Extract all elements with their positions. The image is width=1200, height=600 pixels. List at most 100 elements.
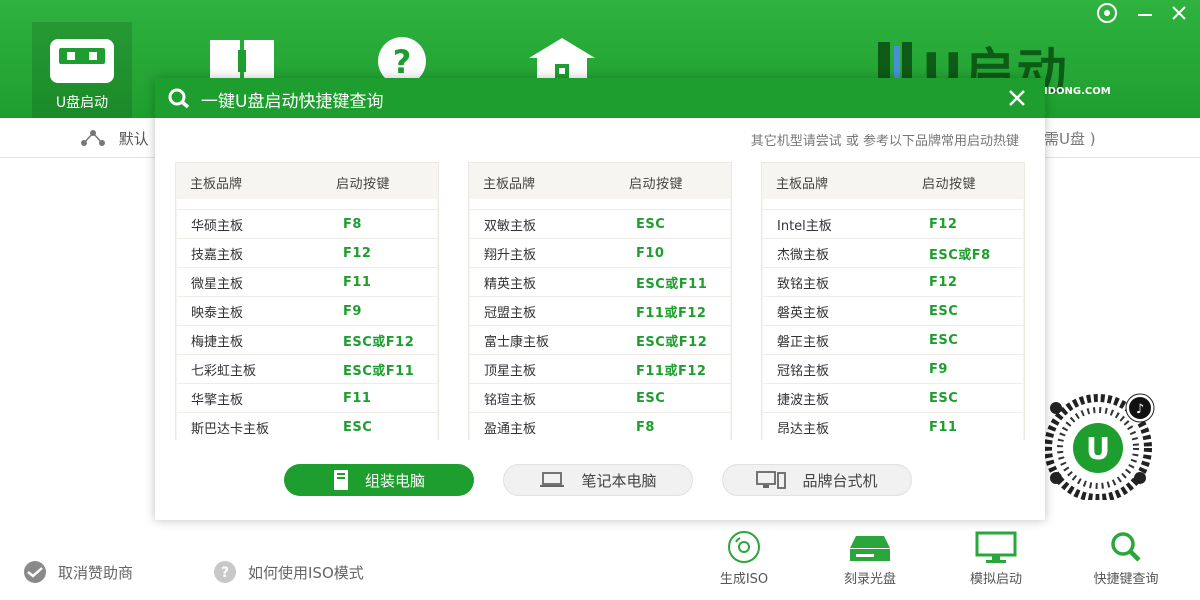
disc-drive-icon bbox=[850, 536, 890, 561]
hotkey-query-tool[interactable]: 快捷键查询 bbox=[1076, 530, 1176, 587]
table-row: 杰微主板 ESC或F8 bbox=[763, 238, 1023, 267]
brand-name: 铭瑄主板 bbox=[484, 392, 537, 408]
subbar-note: 需U盘 ) bbox=[1044, 130, 1096, 148]
brand-table-2: 主板品牌 启动按键 双敏主板 ESC 翔升主板 F10 精英主板 ESC或F11 冠盟… bbox=[468, 162, 732, 441]
table-row: 翔升主板 F10 bbox=[470, 238, 730, 267]
table-row: 盈通主板 F8 bbox=[470, 412, 730, 441]
burn-disc-label: 刻录光盘 bbox=[843, 572, 896, 587]
search-icon bbox=[1111, 532, 1141, 562]
boot-key: ESC或F11 bbox=[343, 363, 415, 379]
brand-desktop-label: 品牌台式机 bbox=[802, 471, 878, 490]
boot-key: F11 bbox=[929, 419, 958, 435]
boot-key: ESC或F12 bbox=[343, 334, 415, 350]
brand-name: 微星主板 bbox=[191, 276, 244, 292]
boot-key: ESC bbox=[929, 390, 959, 406]
table-row: 微星主板 F11 bbox=[177, 267, 437, 296]
table-row: 斯巴达卡主板 ESC bbox=[177, 412, 437, 441]
boot-key: F10 bbox=[636, 245, 665, 261]
laptop-icon bbox=[539, 471, 565, 489]
search-icon bbox=[167, 87, 191, 113]
generate-iso-tool[interactable]: 生成ISO bbox=[694, 530, 794, 587]
cancel-sponsor-link[interactable]: 取消赞助商 bbox=[20, 560, 133, 584]
boot-key: F9 bbox=[343, 303, 362, 319]
brand-name: 杰微主板 bbox=[777, 247, 830, 263]
table-row: 捷波主板 ESC bbox=[763, 383, 1023, 412]
assembled-pc-button[interactable]: 组装电脑 bbox=[284, 464, 474, 496]
brand-name: 顶星主板 bbox=[484, 363, 537, 379]
brand-name: 双敏主板 bbox=[484, 218, 537, 234]
nav-usb-boot[interactable]: U盘启动 bbox=[32, 22, 132, 118]
burn-disc-tool[interactable]: 刻录光盘 bbox=[820, 530, 920, 587]
handshake-icon bbox=[20, 560, 50, 584]
table-row: 磐英主板 ESC bbox=[763, 296, 1023, 325]
simulate-boot-tool[interactable]: 模拟启动 bbox=[946, 530, 1046, 587]
col-key-header: 启动按键 bbox=[629, 176, 684, 192]
boot-key: F11 bbox=[343, 390, 372, 406]
brand-name: 盈通主板 bbox=[484, 421, 537, 437]
brand-name: 华擎主板 bbox=[191, 392, 244, 408]
brand-desktop-button[interactable]: 品牌台式机 bbox=[722, 464, 912, 496]
table-row: 梅捷主板 ESC或F12 bbox=[177, 325, 437, 354]
table-header: 主板品牌 启动按键 bbox=[469, 163, 731, 199]
brand-name: 磐正主板 bbox=[777, 334, 830, 350]
col-brand-header: 主板品牌 bbox=[483, 176, 536, 192]
laptop-button[interactable]: 笔记本电脑 bbox=[503, 464, 693, 496]
boot-key: ESC或F11 bbox=[636, 276, 708, 292]
brand-name: 捷波主板 bbox=[777, 392, 830, 408]
boot-key: F11或F12 bbox=[636, 363, 707, 379]
brand-name: 磐英主板 bbox=[777, 305, 830, 321]
brand-name: 技嘉主板 bbox=[191, 247, 244, 263]
table-row: 华擎主板 F11 bbox=[177, 383, 437, 412]
col-brand-header: 主板品牌 bbox=[190, 176, 243, 192]
boot-key: F11 bbox=[343, 274, 372, 290]
brand-name: 斯巴达卡主板 bbox=[191, 421, 270, 437]
pc-tower-icon bbox=[333, 469, 349, 491]
boot-key: F9 bbox=[929, 361, 948, 377]
cloud-icon[interactable] bbox=[1094, 2, 1120, 24]
brand-name: 翔升主板 bbox=[484, 247, 537, 263]
iso-mode-help-link[interactable]: ? 如何使用ISO模式 bbox=[210, 560, 364, 584]
monitor-icon bbox=[975, 531, 1017, 563]
brand-name: 梅捷主板 bbox=[191, 334, 244, 350]
dialog-hint: 其它机型请尝试 或 参考以下品牌常用启动热键 bbox=[750, 134, 1019, 149]
boot-key: ESC bbox=[343, 419, 373, 435]
table-row: 技嘉主板 F12 bbox=[177, 238, 437, 267]
minimize-icon[interactable] bbox=[1132, 2, 1158, 24]
disc-icon bbox=[728, 531, 760, 563]
laptop-label: 笔记本电脑 bbox=[581, 471, 657, 490]
boot-key: ESC或F12 bbox=[636, 334, 708, 350]
brand-name: 华硕主板 bbox=[191, 218, 244, 234]
brand-table-1: 主板品牌 启动按键 华硕主板 F8 技嘉主板 F12 微星主板 F11 映泰主板 F9 … bbox=[175, 162, 439, 441]
table-row: 冠铭主板 F9 bbox=[763, 354, 1023, 383]
table-row: 富士康主板 ESC或F12 bbox=[470, 325, 730, 354]
brand-name: Intel主板 bbox=[777, 218, 832, 234]
iso-mode-help-label: 如何使用ISO模式 bbox=[248, 563, 364, 582]
cancel-sponsor-label: 取消赞助商 bbox=[58, 563, 134, 582]
table-row: 铭瑄主板 ESC bbox=[470, 383, 730, 412]
table-row: Intel主板 F12 bbox=[763, 209, 1023, 238]
simulate-boot-label: 模拟启动 bbox=[969, 572, 1022, 587]
boot-key: F12 bbox=[929, 216, 958, 232]
brand-name: 富士康主板 bbox=[484, 334, 550, 350]
assembled-pc-label: 组装电脑 bbox=[364, 471, 425, 490]
brand-name: 精英主板 bbox=[484, 276, 537, 292]
default-mode[interactable]: 默认 bbox=[80, 128, 149, 151]
boot-key: ESC或F8 bbox=[929, 247, 991, 263]
boot-key: F12 bbox=[343, 245, 372, 261]
brand-name: 七彩虹主板 bbox=[191, 363, 257, 379]
brand-name: 冠盟主板 bbox=[484, 305, 537, 321]
boot-key: ESC bbox=[636, 390, 666, 406]
close-icon[interactable] bbox=[1005, 86, 1029, 110]
share-icon bbox=[80, 129, 106, 151]
douyin-qr-code[interactable]: U ♪ bbox=[1044, 390, 1156, 502]
brand-table-3: 主板品牌 启动按键 Intel主板 F12 杰微主板 ESC或F8 致铭主板 F12 … bbox=[761, 162, 1025, 441]
hotkey-dialog: 一键U盘启动快捷键查询 其它机型请尝试 或 参考以下品牌常用启动热键 主板品牌 … bbox=[155, 78, 1045, 520]
svg-text:?: ? bbox=[221, 565, 229, 581]
hotkey-query-label: 快捷键查询 bbox=[1093, 572, 1159, 587]
close-icon[interactable] bbox=[1166, 2, 1192, 24]
table-row: 华硕主板 F8 bbox=[177, 209, 437, 238]
table-row: 七彩虹主板 ESC或F11 bbox=[177, 354, 437, 383]
col-key-header: 启动按键 bbox=[922, 176, 977, 192]
svg-text:?: ? bbox=[393, 43, 412, 81]
usb-drive-icon bbox=[50, 39, 114, 83]
